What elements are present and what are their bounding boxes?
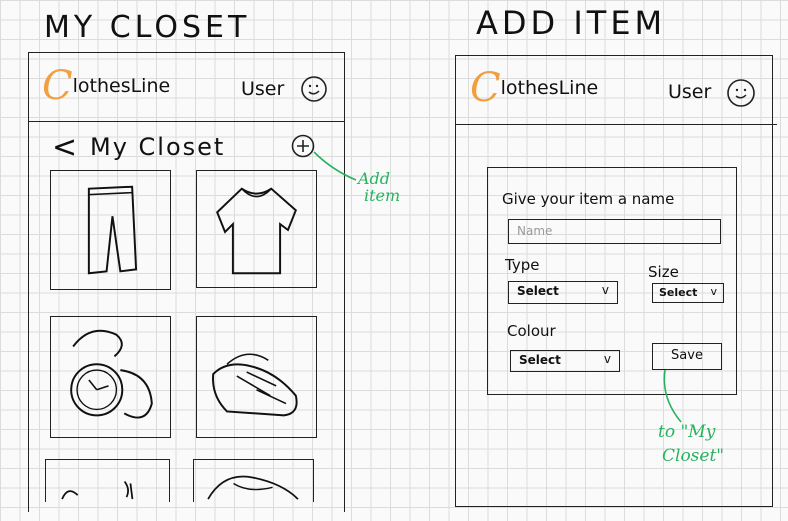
add-item-user-label[interactable]: User [668, 81, 711, 103]
closet-item-shoes[interactable] [196, 316, 317, 438]
annotation-line-1: Add [358, 169, 391, 188]
pants-icon [87, 185, 138, 275]
save-annotation: to "My Closet" [658, 420, 724, 468]
back-button[interactable]: < [52, 130, 77, 165]
shirt-icon [216, 187, 297, 275]
clothing-icon [61, 480, 134, 500]
closet-item-shirt[interactable] [196, 170, 317, 288]
closet-logo[interactable]: ClothesLine [42, 66, 170, 110]
colour-select[interactable]: Select v [510, 350, 620, 372]
closet-item-partial-left[interactable] [45, 459, 170, 502]
name-label: Give your item a name [502, 190, 675, 208]
save-button[interactable]: Save [652, 343, 722, 370]
annotation-line-1: to "My [658, 422, 716, 442]
chevron-down-icon: v [603, 352, 611, 366]
closet-item-watch[interactable] [50, 316, 171, 438]
closet-screen-heading: MY CLOSET [44, 10, 251, 45]
size-label: Size [648, 263, 679, 281]
closet-item-partial-right[interactable] [193, 459, 314, 502]
type-select-value: Select [517, 284, 559, 298]
user-avatar-icon[interactable] [726, 78, 756, 108]
user-avatar-icon[interactable] [300, 75, 328, 103]
annotation-line-2: Closet" [662, 446, 725, 466]
add-item-annotation: Add item [358, 170, 400, 204]
add-item-screen-heading: ADD ITEM [476, 4, 667, 42]
add-item-annotation-arrow [313, 151, 357, 181]
shoes-icon [212, 353, 298, 417]
type-select[interactable]: Select v [508, 281, 618, 304]
chevron-down-icon: v [710, 285, 717, 298]
closet-title: My Closet [90, 133, 226, 161]
closet-item-pants[interactable] [50, 170, 171, 290]
watch-icon [70, 329, 153, 419]
colour-label: Colour [507, 322, 556, 340]
hat-icon [207, 475, 299, 500]
name-input[interactable]: Name [508, 219, 721, 244]
add-item-logo[interactable]: ClothesLine [470, 68, 598, 112]
add-item-header-divider [455, 124, 777, 125]
size-select-value: Select [659, 286, 698, 299]
chevron-down-icon: v [601, 283, 609, 297]
logo-initial: C [470, 65, 501, 111]
save-annotation-arrow [663, 369, 682, 423]
annotation-line-2: item [364, 186, 401, 205]
closet-user-label[interactable]: User [241, 78, 284, 100]
name-placeholder: Name [517, 224, 553, 238]
logo-text: lothesLine [500, 77, 599, 99]
type-label: Type [505, 256, 540, 274]
size-select[interactable]: Select v [652, 283, 724, 303]
save-button-label: Save [671, 348, 703, 363]
logo-initial: C [42, 63, 73, 109]
logo-text: lothesLine [72, 75, 171, 97]
closet-header-divider [28, 121, 345, 122]
colour-select-value: Select [519, 353, 561, 367]
